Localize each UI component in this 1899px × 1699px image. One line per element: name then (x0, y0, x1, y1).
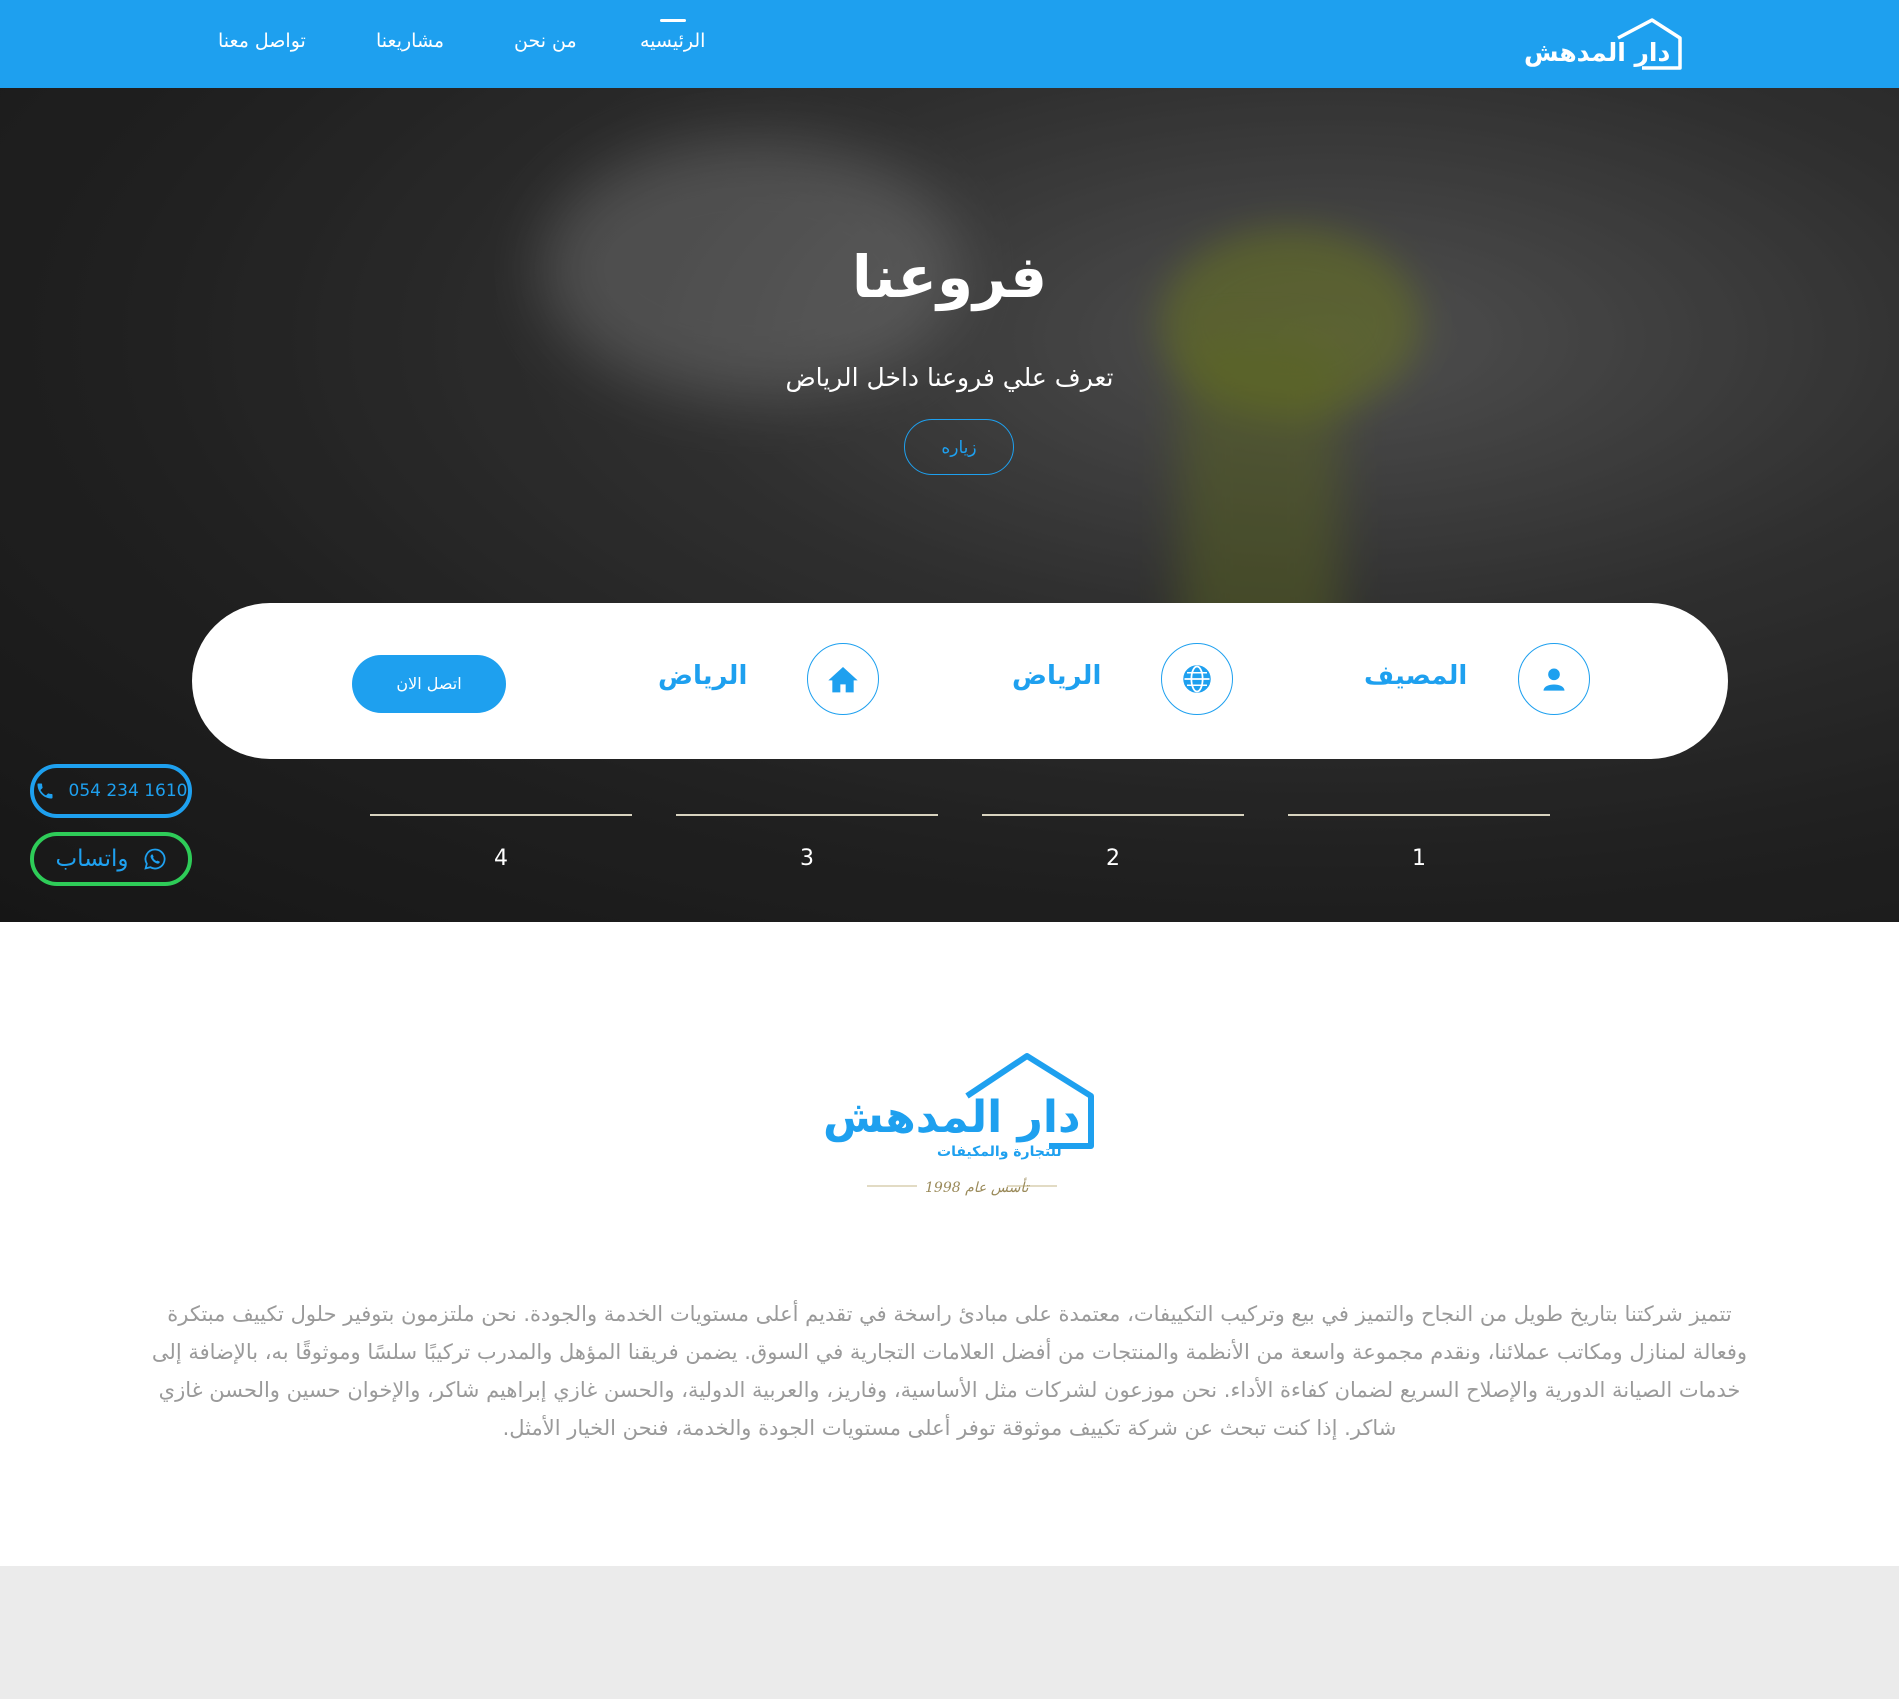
phone-number: 054 234 1610 (68, 781, 188, 801)
step-line (370, 814, 632, 816)
nav-item-home[interactable]: الرئيسيه (640, 19, 705, 52)
top-header: الرئيسيه من نحن مشاريعنا تواصل معنا دار … (0, 0, 1899, 88)
hero-overlay (0, 88, 1899, 922)
home-icon (807, 643, 879, 715)
step-item[interactable]: 3 (676, 814, 938, 884)
whatsapp-icon (143, 848, 166, 870)
footer-band (0, 1566, 1899, 1699)
step-line (982, 814, 1244, 816)
branch-city: الرياض (1012, 661, 1102, 691)
step-item[interactable]: 2 (982, 814, 1244, 884)
globe-icon (1161, 643, 1233, 715)
floating-phone-button[interactable]: 054 234 1610 (30, 764, 192, 818)
visit-button[interactable]: زياره (904, 419, 1014, 475)
step-line (676, 814, 938, 816)
step-number: 1 (1412, 846, 1426, 871)
nav-item-contact[interactable]: تواصل معنا (218, 30, 306, 52)
phone-icon (37, 783, 53, 799)
nav-item-about[interactable]: من نحن (514, 30, 577, 52)
floating-whatsapp-button[interactable]: واتساب (30, 832, 192, 886)
step-item[interactable]: 4 (370, 814, 632, 884)
logo-title: دار المدهش (823, 1092, 1081, 1143)
logo-subtitle: للتجارة والمكيفات (937, 1144, 1062, 1160)
step-number: 2 (1106, 846, 1120, 871)
hero-section: فروعنا تعرف علي فروعنا داخل الرياض زياره… (0, 88, 1899, 922)
about-section: دار المدهش للتجارة والمكيفات تأسس عام 19… (0, 922, 1899, 1566)
user-icon (1518, 643, 1590, 715)
nav-item-projects[interactable]: مشاريعنا (376, 30, 444, 52)
step-line (1288, 814, 1550, 816)
branch-info-card: المصيف الرياض الرياض اتصل الان (192, 603, 1728, 759)
step-item[interactable]: 1 (1288, 814, 1550, 884)
call-now-button[interactable]: اتصل الان (352, 655, 506, 713)
branch-name: المصيف (1364, 661, 1468, 691)
logo-text: دار المدهش (1524, 38, 1670, 67)
page-title: فروعنا (851, 243, 1048, 311)
hero-subtitle: تعرف علي فروعنا داخل الرياض (785, 363, 1114, 392)
about-paragraph: تتميز شركتنا بتاريخ طويل من النجاح والتم… (151, 1302, 1748, 1440)
step-number: 4 (494, 846, 508, 871)
company-logo: دار المدهش للتجارة والمكيفات تأسس عام 19… (823, 1053, 1094, 1196)
logo-since: تأسس عام 1998 (925, 1177, 1031, 1196)
logo[interactable]: دار المدهش (1522, 16, 1684, 74)
step-number: 3 (800, 846, 814, 871)
whatsapp-label: واتساب (55, 846, 129, 872)
branch-address: الرياض (658, 661, 748, 691)
